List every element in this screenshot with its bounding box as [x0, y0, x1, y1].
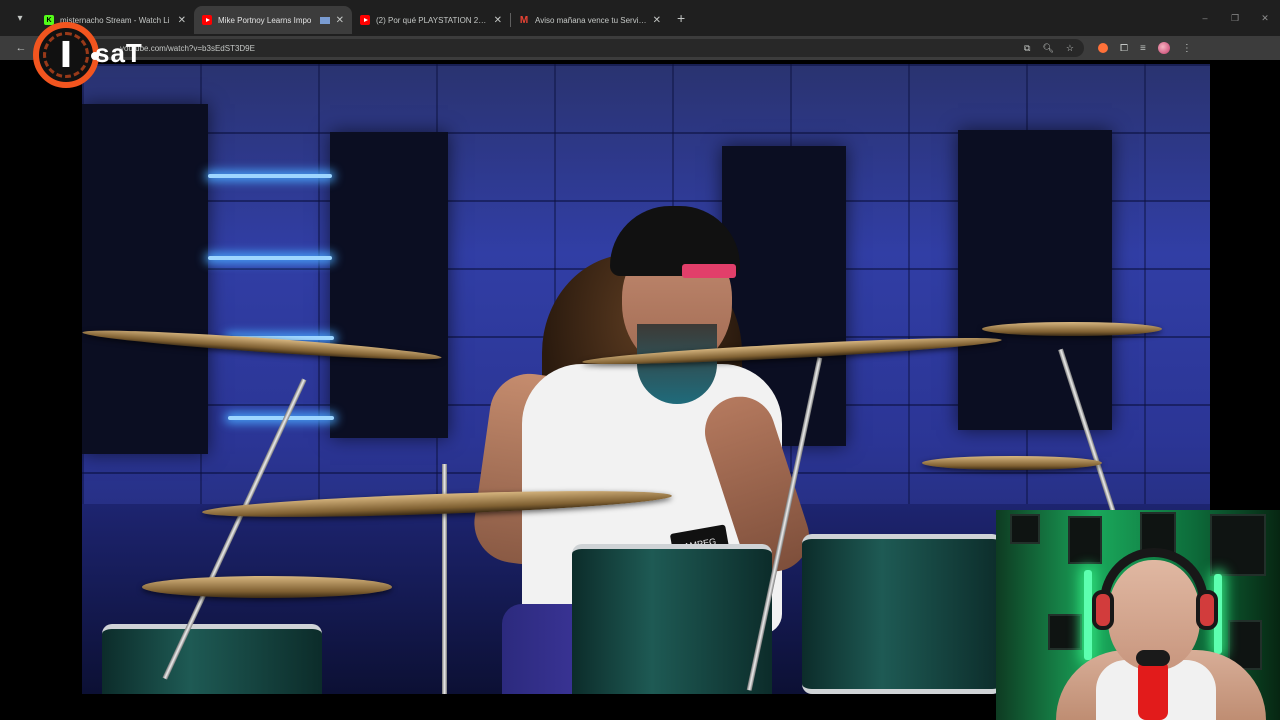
tab-title: Mike Portnoy Learns Impo [218, 15, 312, 25]
tab-playstation-video[interactable]: (2) Por qué PLAYSTATION 2 ten ✕ [352, 6, 510, 34]
cymbal [142, 576, 392, 598]
bookmark-star-icon[interactable]: ☆ [1066, 43, 1074, 54]
address-bar[interactable]: youtube.com/watch?v=b3sEdST3D9E ⧉ 🔍︎ ☆ [44, 39, 1084, 57]
close-icon[interactable]: ✕ [178, 15, 186, 26]
reading-list-icon[interactable]: ≡ [1140, 43, 1146, 54]
close-icon[interactable]: ✕ [494, 15, 502, 26]
restore-button[interactable]: ❐ [1220, 0, 1250, 36]
drummer-headband [682, 264, 736, 278]
drum [102, 624, 322, 694]
new-tab-button[interactable]: + [677, 10, 685, 26]
close-icon[interactable]: ✕ [336, 15, 344, 26]
profile-avatar[interactable] [1157, 42, 1170, 54]
logo-text: saT [95, 38, 143, 68]
tab-title: (2) Por qué PLAYSTATION 2 ten [376, 15, 488, 25]
extension-icon[interactable] [1098, 43, 1108, 53]
browser-tab-bar: ▾ K misternacho Stream - Watch Li ✕ Mike… [0, 0, 1280, 36]
close-icon[interactable]: ✕ [653, 15, 661, 26]
neon-light [208, 174, 332, 178]
headset-earcup [1092, 590, 1114, 630]
microphone-icon [1136, 650, 1170, 720]
neon-light [228, 416, 334, 420]
drum [572, 544, 772, 694]
headset-earcup [1196, 590, 1218, 630]
window-controls: – ❐ ✕ [1190, 0, 1280, 36]
headset-icon [1100, 548, 1208, 628]
cymbal [982, 322, 1162, 336]
url-text: youtube.com/watch?v=b3sEdST3D9E [120, 43, 255, 53]
back-arrow-icon[interactable]: ← [10, 37, 32, 59]
wall-poster [1010, 514, 1040, 544]
wall-poster [1068, 516, 1102, 564]
menu-dots-icon[interactable]: ⋮ [1182, 43, 1192, 54]
led-strip [1084, 570, 1092, 660]
youtube-icon [360, 15, 370, 25]
cast-icon[interactable]: ⧉ [1024, 43, 1030, 54]
acoustic-panel [958, 130, 1112, 430]
close-window-button[interactable]: ✕ [1250, 0, 1280, 36]
drummer-beard [637, 324, 717, 404]
zoom-icon[interactable]: 🔍︎ [1042, 43, 1053, 54]
logo-ring: I [33, 22, 99, 88]
webcam-overlay [996, 510, 1280, 720]
gmail-icon: M [519, 14, 529, 26]
extensions-puzzle-icon[interactable]: ⧠ [1120, 43, 1128, 54]
neon-light [208, 256, 332, 260]
wall-poster [1210, 514, 1266, 576]
tab-search-icon[interactable]: ▾ [10, 8, 30, 28]
youtube-icon [202, 15, 212, 25]
acoustic-panel [82, 104, 208, 454]
tab-mike-portnoy-video[interactable]: Mike Portnoy Learns Impo ✕ [194, 6, 352, 34]
channel-logo: I saT [33, 20, 173, 90]
media-playing-icon[interactable] [319, 16, 330, 24]
minimize-button[interactable]: – [1190, 0, 1220, 36]
wall-poster [1048, 614, 1082, 650]
cymbal [922, 456, 1102, 470]
tab-title: Aviso mañana vence tu Servidc [535, 15, 647, 25]
drum [802, 534, 1002, 694]
logo-letter: I [59, 34, 73, 76]
tab-gmail[interactable]: M Aviso mañana vence tu Servidc ✕ [511, 6, 669, 34]
acoustic-panel [330, 132, 448, 438]
browser-toolbar: ← youtube.com/watch?v=b3sEdST3D9E ⧉ 🔍︎ ☆… [0, 36, 1280, 60]
